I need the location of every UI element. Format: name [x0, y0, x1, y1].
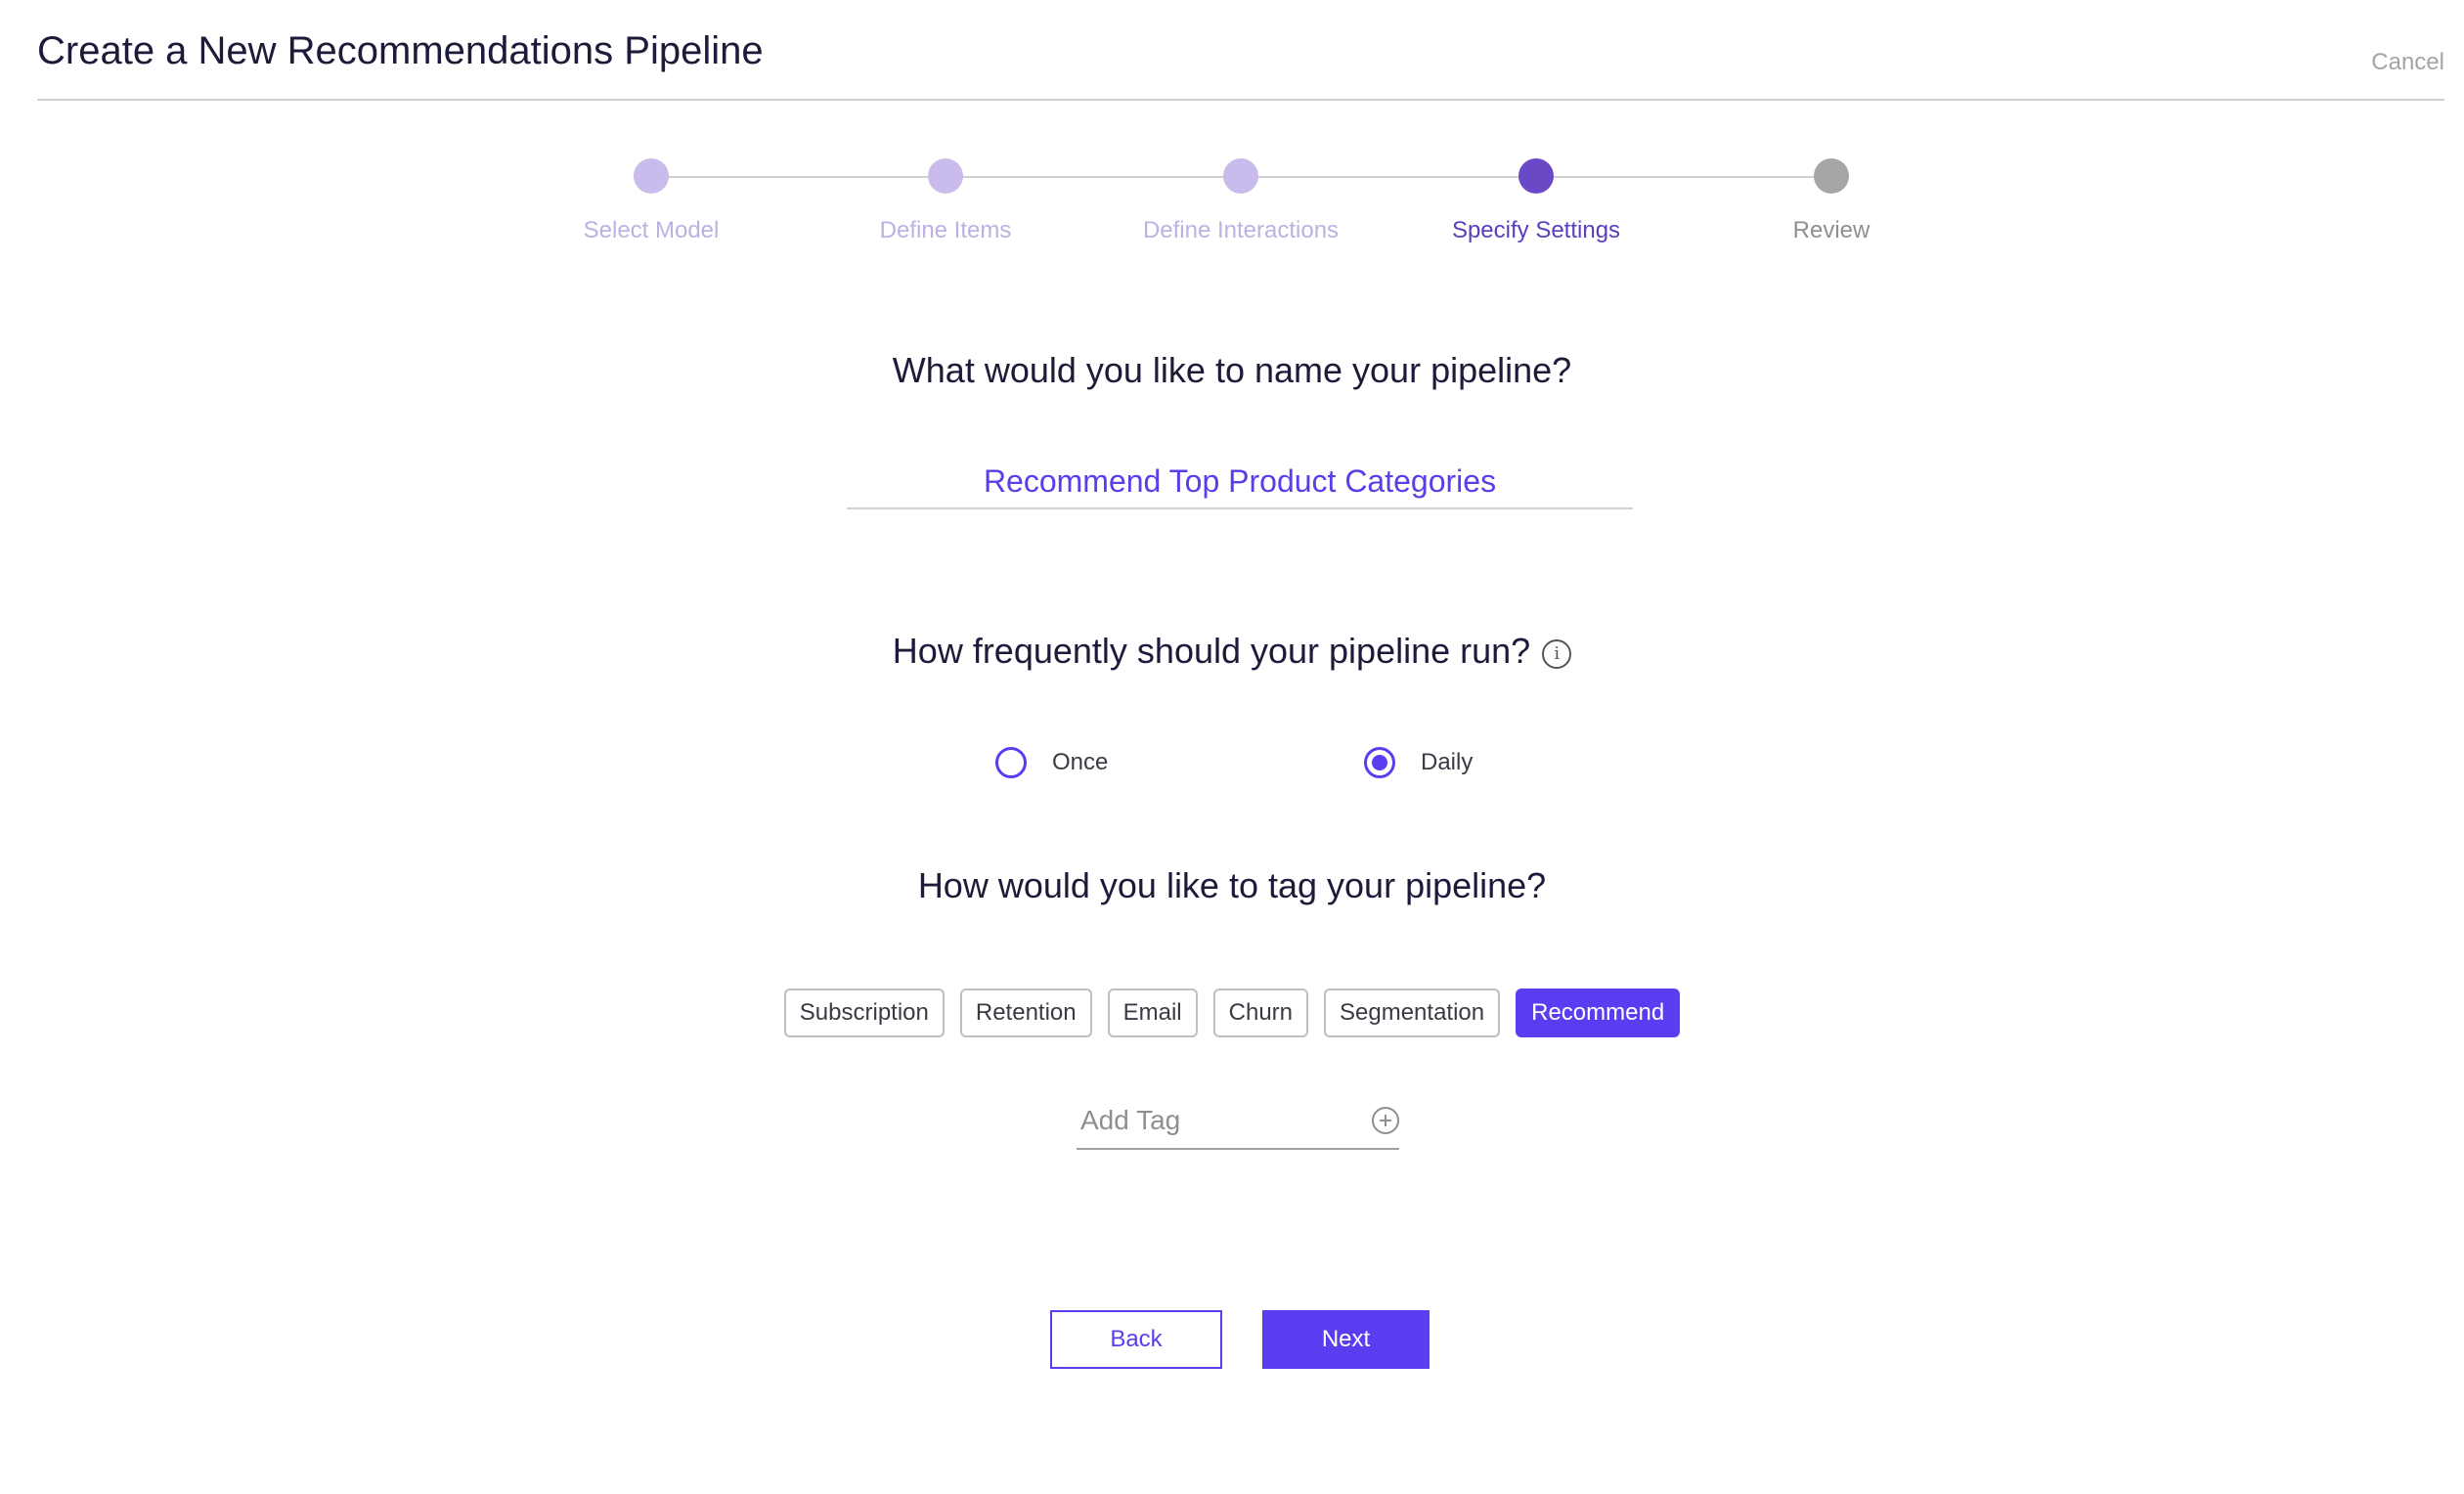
info-icon[interactable]: i [1542, 639, 1572, 669]
step-dot [634, 158, 669, 194]
step-review: Review [1704, 158, 1958, 244]
add-tag-field [1077, 1095, 1399, 1150]
tag-recommend[interactable]: Recommend [1516, 989, 1681, 1037]
pipeline-name-field [847, 455, 1633, 509]
back-button[interactable]: Back [1050, 1310, 1222, 1369]
tag-question: How would you like to tag your pipeline? [917, 865, 1547, 905]
next-button[interactable]: Next [1262, 1310, 1430, 1369]
step-label: Review [1792, 217, 1870, 243]
step-dot [1223, 158, 1258, 194]
step-define-items[interactable]: Define Items [818, 158, 1073, 244]
tag-segmentation[interactable]: Segmentation [1324, 989, 1501, 1037]
page-title: Create a New Recommendations Pipeline [37, 29, 764, 72]
cancel-link[interactable]: Cancel [2371, 49, 2444, 76]
radio-button-once[interactable] [995, 747, 1027, 778]
add-circle-icon[interactable] [1372, 1107, 1399, 1134]
tag-subscription[interactable]: Subscription [783, 989, 945, 1037]
step-label: Define Interactions [1142, 217, 1340, 243]
frequency-question: How frequently should your pipeline run? [892, 631, 1531, 671]
step-dot [928, 158, 963, 194]
page-header: Create a New Recommendations Pipeline Ca… [37, 0, 2444, 101]
pipeline-name-input[interactable] [847, 455, 1633, 507]
step-define-interactions[interactable]: Define Interactions [1114, 158, 1368, 244]
step-label: Define Items [879, 217, 1012, 243]
step-label: Select Model [583, 217, 720, 243]
radio-label-once: Once [1052, 749, 1109, 775]
step-dot [1814, 158, 1849, 194]
radio-label-daily: Daily [1421, 749, 1474, 775]
step-dot [1518, 158, 1554, 194]
radio-once[interactable]: Once [995, 747, 1108, 778]
radio-button-daily[interactable] [1364, 747, 1395, 778]
step-label: Specify Settings [1451, 217, 1621, 243]
tag-retention[interactable]: Retention [959, 989, 1092, 1037]
tag-churn[interactable]: Churn [1212, 989, 1309, 1037]
add-tag-input[interactable] [1080, 1095, 1344, 1146]
step-select-model[interactable]: Select Model [524, 158, 778, 244]
name-question: What would you like to name your pipelin… [892, 350, 1572, 390]
tag-list: Subscription Retention Email Churn Segme… [0, 989, 2464, 1037]
step-specify-settings[interactable]: Specify Settings [1409, 158, 1663, 244]
radio-daily[interactable]: Daily [1364, 747, 1473, 778]
tag-email[interactable]: Email [1107, 989, 1198, 1037]
frequency-question-row: How frequently should your pipeline run?… [0, 631, 2464, 672]
